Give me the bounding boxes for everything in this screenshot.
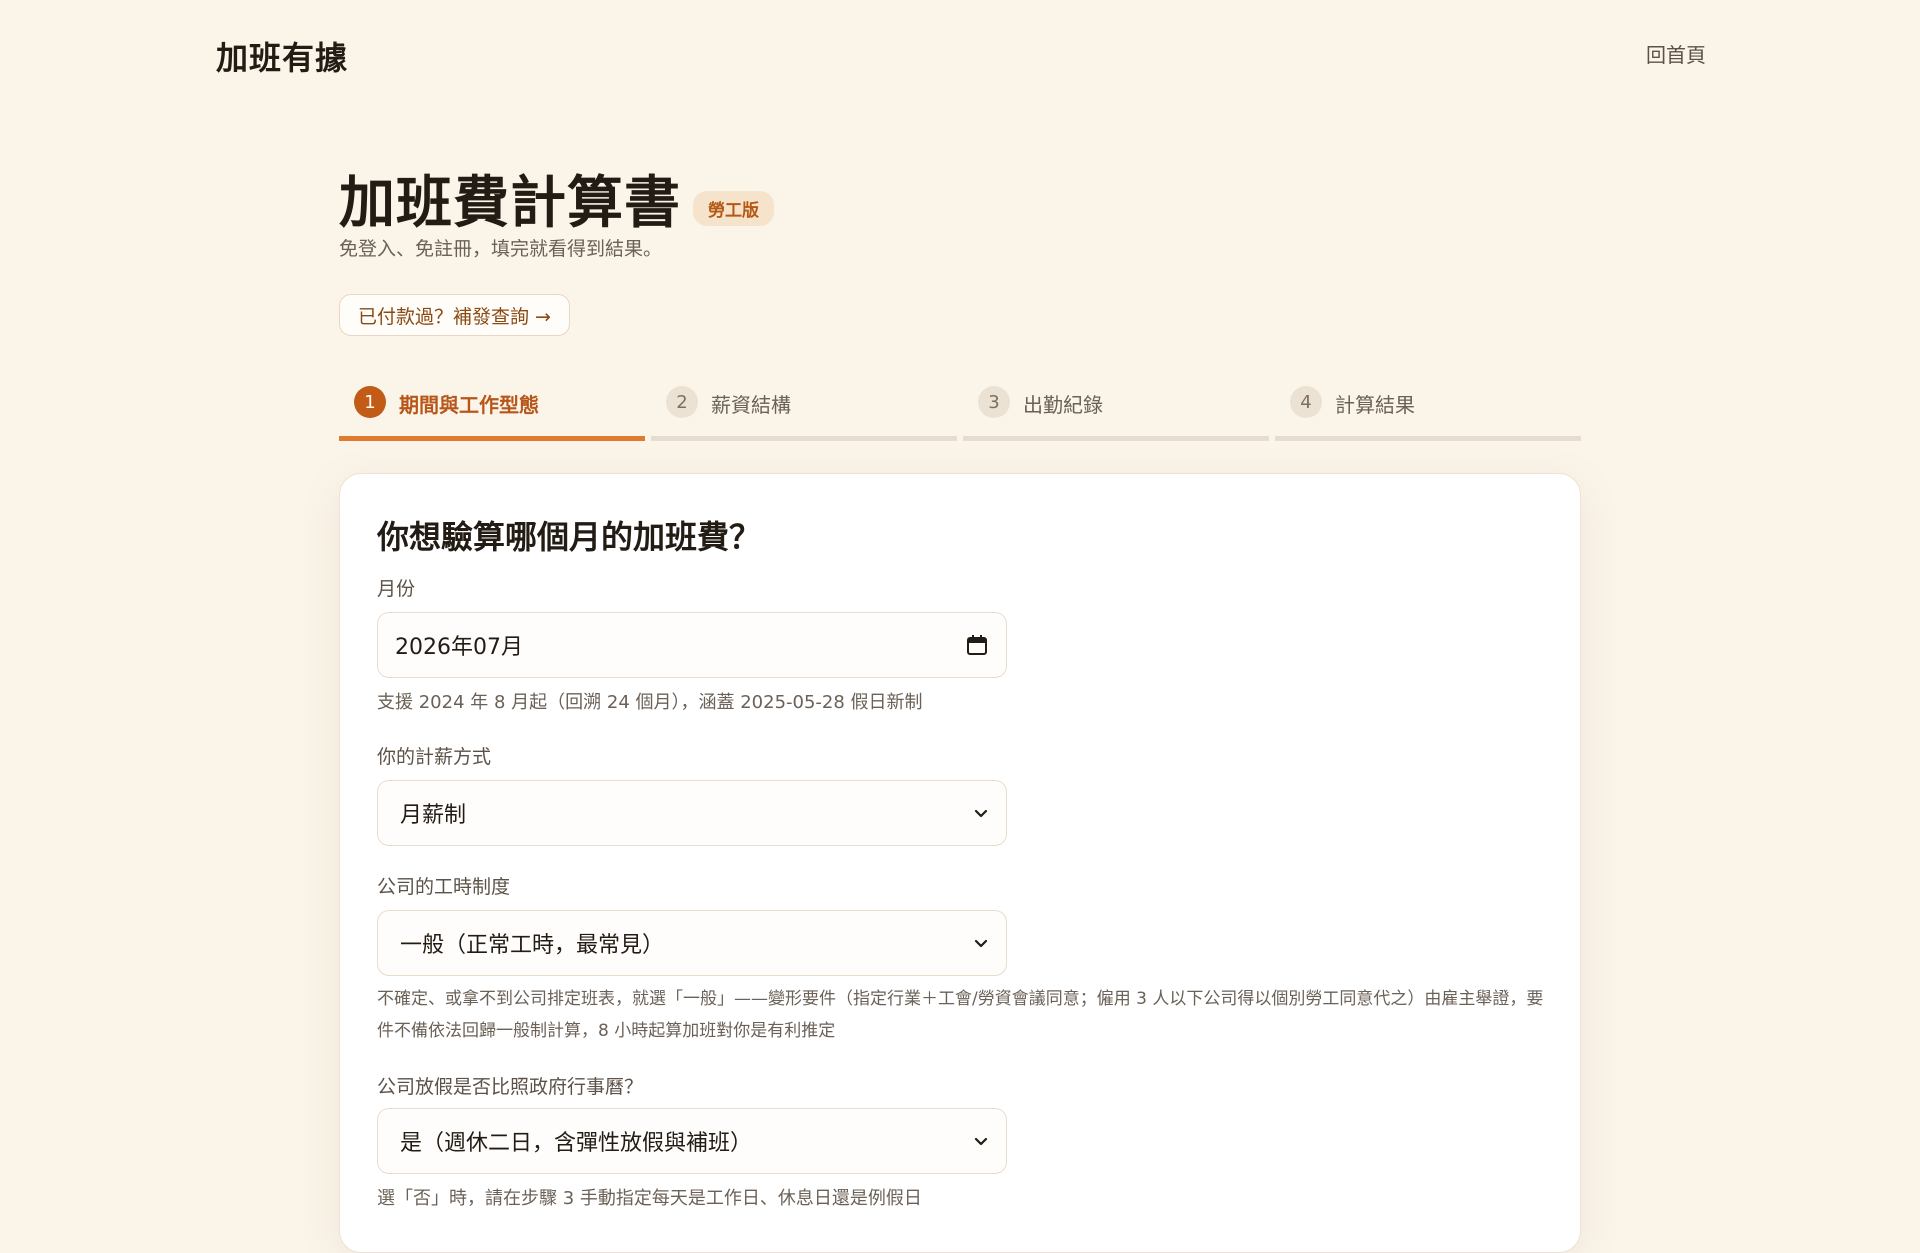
site-logo[interactable]: 加班有據 bbox=[216, 33, 348, 79]
holiday-calendar-value: 是（週休二日，含彈性放假與補班） bbox=[400, 1131, 753, 1156]
pay-type-value: 月薪制 bbox=[400, 803, 467, 828]
reissue-query-label: 已付款過？補發查詢 → bbox=[358, 305, 551, 328]
step-label: 出勤紀錄 bbox=[1023, 393, 1103, 417]
step-label: 期間與工作型態 bbox=[399, 393, 539, 417]
page-title: 加班費計算書 bbox=[339, 171, 681, 236]
pay-type-label: 你的計薪方式 bbox=[377, 746, 492, 768]
step-4[interactable]: 4 計算結果 bbox=[1275, 380, 1581, 441]
step-progress: 1 期間與工作型態 2 薪資結構 3 出勤紀錄 4 計算結果 bbox=[339, 380, 1581, 441]
step-number: 4 bbox=[1290, 386, 1322, 418]
month-hint: 支援 2024 年 8 月起（回溯 24 個月），涵蓋 2025-05-28 假… bbox=[377, 692, 923, 713]
version-badge: 勞工版 bbox=[693, 191, 774, 226]
hours-system-hint: 不確定、或拿不到公司排定班表，就選「一般」——變形要件（指定行業＋工會/勞資會議… bbox=[377, 989, 1544, 1041]
top-bar: 加班有據 回首頁 bbox=[0, 0, 1920, 110]
month-label: 月份 bbox=[377, 578, 416, 600]
step-2[interactable]: 2 薪資結構 bbox=[651, 380, 957, 441]
step-label: 薪資結構 bbox=[711, 393, 791, 417]
month-input[interactable]: 2026年07月 bbox=[377, 612, 1007, 678]
calendar-icon[interactable] bbox=[966, 634, 988, 656]
form-card: 你想驗算哪個月的加班費？ 月份 2026年07月 支援 2024 年 8 月起（… bbox=[339, 473, 1581, 1253]
step-number: 2 bbox=[666, 386, 698, 418]
form-title: 你想驗算哪個月的加班費？ bbox=[377, 518, 762, 556]
title-row: 加班費計算書 勞工版 bbox=[339, 158, 774, 239]
step-label: 計算結果 bbox=[1335, 393, 1415, 417]
chevron-down-icon bbox=[974, 939, 988, 948]
hours-system-label: 公司的工時制度 bbox=[377, 876, 511, 898]
reissue-query-button[interactable]: 已付款過？補發查詢 → bbox=[339, 294, 570, 336]
home-link[interactable]: 回首頁 bbox=[1646, 39, 1706, 68]
step-number: 3 bbox=[978, 386, 1010, 418]
chevron-down-icon bbox=[974, 809, 988, 818]
step-3[interactable]: 3 出勤紀錄 bbox=[963, 380, 1269, 441]
holiday-calendar-hint: 選「否」時，請在步驟 3 手動指定每天是工作日、休息日還是例假日 bbox=[377, 1188, 922, 1209]
holiday-calendar-select[interactable]: 是（週休二日，含彈性放假與補班） bbox=[377, 1108, 1007, 1174]
step-number: 1 bbox=[354, 386, 386, 418]
page-subtitle: 免登入、免註冊，填完就看得到結果。 bbox=[339, 238, 663, 260]
hours-system-value: 一般（正常工時，最常見） bbox=[400, 933, 665, 958]
hours-system-select[interactable]: 一般（正常工時，最常見） bbox=[377, 910, 1007, 976]
pay-type-select[interactable]: 月薪制 bbox=[377, 780, 1007, 846]
chevron-down-icon bbox=[974, 1137, 988, 1146]
month-value: 2026年07月 bbox=[395, 635, 523, 660]
step-1[interactable]: 1 期間與工作型態 bbox=[339, 380, 645, 441]
holiday-calendar-label: 公司放假是否比照政府行事曆？ bbox=[377, 1076, 644, 1098]
